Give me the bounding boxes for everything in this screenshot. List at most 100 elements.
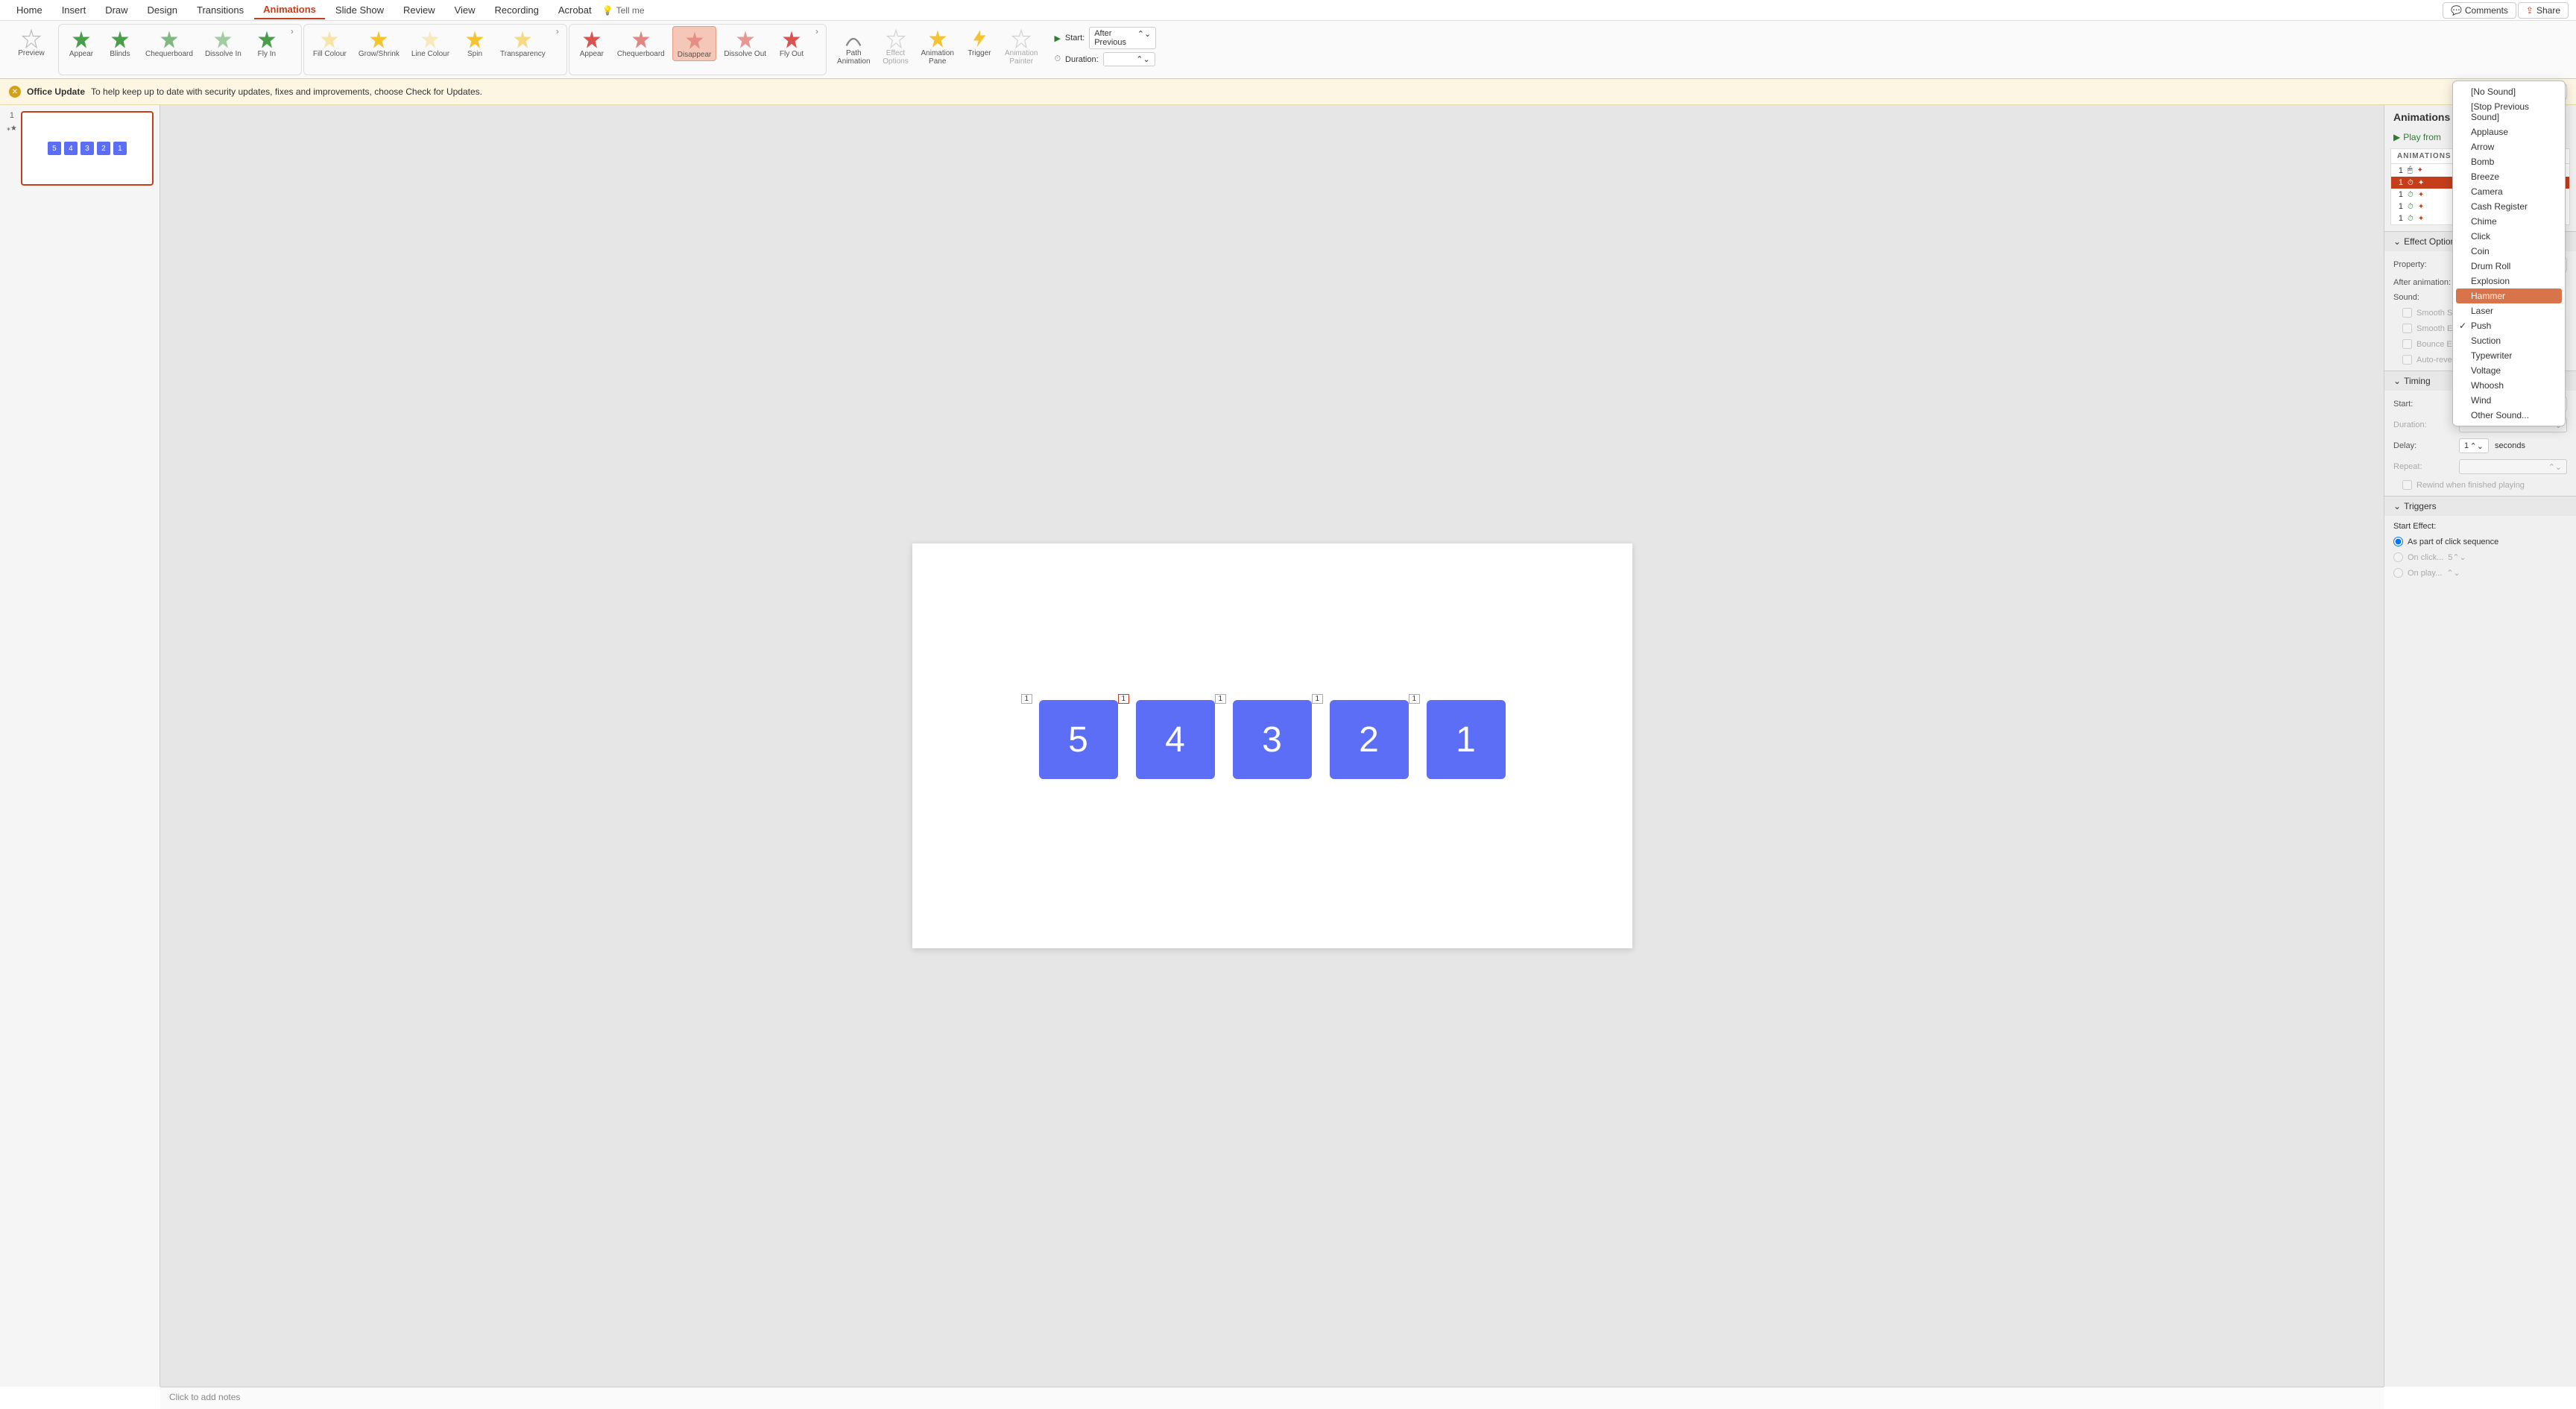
tab-slideshow[interactable]: Slide Show xyxy=(326,1,393,19)
sound-option[interactable]: Drum Roll xyxy=(2453,259,2565,274)
exit-appear[interactable]: Appear xyxy=(574,26,610,60)
sound-option[interactable]: Explosion xyxy=(2453,274,2565,289)
star-icon xyxy=(319,29,340,50)
stepper-icon: ⌃⌄ xyxy=(2470,441,2484,451)
entrance-appear[interactable]: Appear xyxy=(63,26,99,60)
shape-4[interactable]: 14 xyxy=(1136,700,1215,779)
emphasis-fill-colour[interactable]: Fill Colour xyxy=(309,26,351,60)
sound-option[interactable]: Cash Register xyxy=(2453,199,2565,214)
animation-painter-button[interactable]: Animation Painter xyxy=(1000,25,1042,67)
share-button[interactable]: ⇪ Share xyxy=(2518,2,2569,19)
sound-option[interactable]: Coin xyxy=(2453,244,2565,259)
exit-more[interactable]: › xyxy=(812,26,821,37)
slide-thumbnail[interactable]: 5 4 3 2 1 xyxy=(21,111,154,186)
entrance-more[interactable]: › xyxy=(288,26,297,37)
anim-tag[interactable]: 1 xyxy=(1021,694,1033,704)
shape-1[interactable]: 11 xyxy=(1427,700,1506,779)
emphasis-transparency[interactable]: Transparency xyxy=(496,26,550,60)
tab-draw[interactable]: Draw xyxy=(96,1,136,19)
shape-2[interactable]: 12 xyxy=(1330,700,1409,779)
sound-option[interactable]: Hammer xyxy=(2456,289,2562,303)
exit-chequerboard[interactable]: Chequerboard xyxy=(613,26,669,60)
tab-transitions[interactable]: Transitions xyxy=(188,1,253,19)
tab-design[interactable]: Design xyxy=(139,1,186,19)
tell-me-label: Tell me xyxy=(616,5,645,16)
sound-option[interactable]: Typewriter xyxy=(2453,348,2565,363)
emphasis-spin[interactable]: Spin xyxy=(457,26,493,60)
entrance-blinds[interactable]: Blinds xyxy=(102,26,138,60)
shape-3[interactable]: 13 xyxy=(1233,700,1312,779)
tab-insert[interactable]: Insert xyxy=(53,1,95,19)
tell-me[interactable]: 💡 Tell me xyxy=(602,5,645,16)
anim-tag[interactable]: 1 xyxy=(1409,694,1421,704)
preview-button[interactable]: Preview xyxy=(10,25,52,59)
effect-options-button[interactable]: Effect Options xyxy=(878,25,914,67)
sound-option[interactable]: Laser xyxy=(2453,303,2565,318)
chevron-icon: ⌃⌄ xyxy=(2446,569,2460,578)
star-icon xyxy=(735,29,756,50)
sound-option[interactable]: [No Sound] xyxy=(2453,84,2565,99)
shape-5[interactable]: 15 xyxy=(1039,700,1118,779)
label: Rewind when finished playing xyxy=(2416,481,2525,490)
triggers-section: ⌄Triggers Start Effect: As part of click… xyxy=(2384,496,2576,584)
radio[interactable] xyxy=(2393,537,2403,546)
emphasis-more[interactable]: › xyxy=(553,26,562,37)
start-label: Start: xyxy=(1065,34,1085,42)
preview-star-icon xyxy=(21,28,42,49)
cursor-icon: 🖱 xyxy=(2408,166,2413,175)
star-icon xyxy=(684,30,705,51)
duration-input[interactable]: ⌃⌄ xyxy=(1103,52,1155,66)
trigger-click-sequence[interactable]: As part of click sequence xyxy=(2393,537,2567,546)
entrance-fly-in[interactable]: Fly In xyxy=(249,26,285,60)
sound-option[interactable]: Breeze xyxy=(2453,169,2565,184)
sound-option[interactable]: Arrow xyxy=(2453,139,2565,154)
sound-option[interactable]: Click xyxy=(2453,229,2565,244)
close-update-icon[interactable]: ✕ xyxy=(9,86,21,98)
entrance-dissolve-in[interactable]: Dissolve In xyxy=(201,26,246,60)
slide-canvas[interactable]: 15 14 13 12 11 xyxy=(912,543,1632,948)
label: Animation Pane xyxy=(921,49,954,66)
animation-pane-button[interactable]: Animation Pane xyxy=(917,25,959,67)
notes-bar[interactable]: Click to add notes xyxy=(160,1387,2384,1409)
tab-review[interactable]: Review xyxy=(394,1,444,19)
entrance-chequerboard[interactable]: Chequerboard xyxy=(141,26,198,60)
path-animation-button[interactable]: Path Animation xyxy=(833,25,874,67)
sound-option[interactable]: Applause xyxy=(2453,124,2565,139)
tab-view[interactable]: View xyxy=(446,1,484,19)
triggers-header[interactable]: ⌄Triggers xyxy=(2384,497,2576,516)
anim-tag[interactable]: 1 xyxy=(1215,694,1227,704)
delay-label: Delay: xyxy=(2393,441,2453,450)
exit-fly-out[interactable]: Fly Out xyxy=(774,26,809,60)
start-dropdown[interactable]: After Previous ⌃⌄ xyxy=(1089,27,1156,49)
tab-animations[interactable]: Animations xyxy=(254,1,325,19)
exit-disappear[interactable]: Disappear xyxy=(672,26,717,61)
sound-option[interactable]: Bomb xyxy=(2453,154,2565,169)
sound-option[interactable]: Suction xyxy=(2453,333,2565,348)
anim-tag[interactable]: 1 xyxy=(1118,694,1130,704)
sound-option[interactable]: Camera xyxy=(2453,184,2565,199)
anim-tag[interactable]: 1 xyxy=(1312,694,1324,704)
slide-number: 1 xyxy=(10,111,14,120)
star-icon xyxy=(159,29,180,50)
repeat-dropdown: ⌃⌄ xyxy=(2459,459,2567,474)
thumb-box: 4 xyxy=(64,142,78,155)
trigger-button[interactable]: Trigger xyxy=(962,25,997,59)
comments-button[interactable]: 💬 Comments xyxy=(2443,2,2516,19)
sound-option[interactable]: Chime xyxy=(2453,214,2565,229)
delay-input[interactable]: 1⌃⌄ xyxy=(2459,438,2489,453)
sound-option[interactable]: Wind xyxy=(2453,393,2565,408)
emphasis-grow-shrink[interactable]: Grow/Shrink xyxy=(354,26,404,60)
label: Effect Options xyxy=(2404,236,2460,247)
exit-dissolve-out[interactable]: Dissolve Out xyxy=(719,26,771,60)
sound-option[interactable]: Push xyxy=(2453,318,2565,333)
clock-icon: ⏱ xyxy=(1054,54,1061,64)
sound-option[interactable]: [Stop Previous Sound] xyxy=(2453,99,2565,124)
emphasis-line-colour[interactable]: Line Colour xyxy=(407,26,454,60)
tab-recording[interactable]: Recording xyxy=(486,1,548,19)
tab-home[interactable]: Home xyxy=(7,1,51,19)
sound-option[interactable]: Voltage xyxy=(2453,363,2565,378)
sound-option[interactable]: Other Sound... xyxy=(2453,408,2565,423)
star-icon xyxy=(781,29,802,50)
tab-acrobat[interactable]: Acrobat xyxy=(549,1,601,19)
sound-option[interactable]: Whoosh xyxy=(2453,378,2565,393)
